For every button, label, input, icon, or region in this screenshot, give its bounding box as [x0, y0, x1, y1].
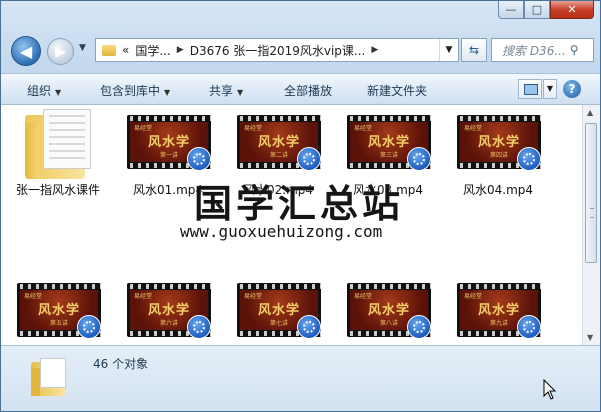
maximize-button[interactable]: □: [524, 1, 550, 19]
media-player-icon: [77, 315, 101, 339]
scroll-thumb[interactable]: [585, 123, 597, 263]
share-label: 共享: [209, 84, 234, 98]
explorer-window: — □ ✕ ◀ ▶ ▼ « 国学... ▶ D3676 张一指2019风水vip…: [0, 0, 601, 412]
play-all-label: 全部播放: [284, 84, 333, 98]
video-file-item[interactable]: 易经堂风水学第九讲风水09.mp4: [443, 273, 553, 345]
media-player-icon: [407, 315, 431, 339]
folder-icon: [31, 358, 69, 396]
include-in-library-menu[interactable]: 包含到库中 ▼: [100, 82, 170, 99]
folder-item[interactable]: 张一指风水课件: [3, 105, 113, 205]
breadcrumb-current[interactable]: D3676 张一指2019风水vip课...: [190, 42, 366, 59]
video-file-item[interactable]: 易经堂风水学第八讲风水08.mp4: [333, 273, 443, 345]
details-pane: 46 个对象: [1, 345, 600, 411]
view-options-dropdown[interactable]: ▼: [543, 79, 557, 99]
play-all-button[interactable]: 全部播放: [284, 82, 332, 99]
close-button[interactable]: ✕: [550, 1, 594, 19]
view-icon: [524, 84, 538, 95]
share-menu[interactable]: 共享 ▼: [209, 82, 243, 99]
refresh-button[interactable]: ⇆: [461, 38, 487, 62]
chevron-down-icon: ▼: [55, 88, 62, 97]
scroll-down-arrow[interactable]: ▼: [587, 333, 593, 342]
chevron-right-icon[interactable]: ▶: [371, 45, 378, 55]
search-icon[interactable]: ⚲: [570, 43, 579, 57]
media-player-icon: [297, 315, 321, 339]
folder-icon: [25, 109, 95, 179]
folder-icon: [102, 44, 116, 56]
chevron-down-icon: ▼: [237, 88, 244, 97]
media-player-icon: [297, 147, 321, 171]
media-player-icon: [517, 147, 541, 171]
video-file-item[interactable]: 易经堂 风水学 第四讲 风水04.mp4: [443, 105, 553, 205]
organize-menu[interactable]: 组织 ▼: [27, 82, 61, 99]
watermark-url: www.guoxuehuizong.com: [180, 222, 383, 241]
address-bar[interactable]: « 国学... ▶ D3676 张一指2019风水vip课... ▶ ▼: [95, 38, 459, 62]
mouse-cursor-icon: [543, 379, 557, 400]
navigation-bar: ◀ ▶ ▼ « 国学... ▶ D3676 张一指2019风水vip课... ▶…: [7, 35, 596, 66]
scroll-up-arrow[interactable]: ▲: [587, 108, 593, 117]
media-player-icon: [517, 315, 541, 339]
change-view-button[interactable]: [518, 79, 542, 99]
media-player-icon: [187, 315, 211, 339]
new-folder-button[interactable]: 新建文件夹: [367, 82, 427, 99]
chevron-down-icon: ▼: [164, 88, 171, 97]
item-count: 46 个对象: [93, 357, 149, 371]
include-library-label: 包含到库中: [100, 84, 161, 98]
vertical-scrollbar[interactable]: ▲ ▼: [582, 105, 600, 345]
caption-buttons: — □ ✕: [498, 1, 594, 19]
recent-pages-dropdown[interactable]: ▼: [79, 43, 86, 53]
forward-button[interactable]: ▶: [47, 38, 74, 65]
help-icon[interactable]: ?: [563, 80, 581, 98]
chevron-right-icon[interactable]: ▶: [177, 45, 184, 55]
organize-label: 组织: [27, 84, 52, 98]
file-name: 风水04.mp4: [462, 183, 534, 197]
minimize-button[interactable]: —: [498, 1, 524, 19]
address-overflow[interactable]: «: [122, 43, 129, 57]
watermark-title: 国学汇总站: [194, 182, 405, 226]
video-file-item[interactable]: 易经堂风水学第七讲风水07.mp4: [223, 273, 333, 345]
scroll-grip: [590, 208, 594, 218]
command-bar: 组织 ▼ 包含到库中 ▼ 共享 ▼ 全部播放 新建文件夹 ▼ ?: [1, 73, 600, 105]
search-placeholder: 搜索 D36...: [502, 43, 566, 58]
breadcrumb-parent[interactable]: 国学...: [135, 42, 170, 59]
media-player-icon: [187, 147, 211, 171]
file-name: 张一指风水课件: [15, 183, 100, 197]
search-input[interactable]: 搜索 D36... ⚲: [491, 38, 594, 62]
video-file-item[interactable]: 易经堂风水学第五讲风水05.mp4: [3, 273, 113, 345]
address-history-dropdown[interactable]: ▼: [439, 39, 458, 61]
back-button[interactable]: ◀: [11, 36, 41, 66]
new-folder-label: 新建文件夹: [367, 84, 428, 98]
video-file-item[interactable]: 易经堂风水学第六讲风水06.mp4: [113, 273, 223, 345]
media-player-icon: [407, 147, 431, 171]
